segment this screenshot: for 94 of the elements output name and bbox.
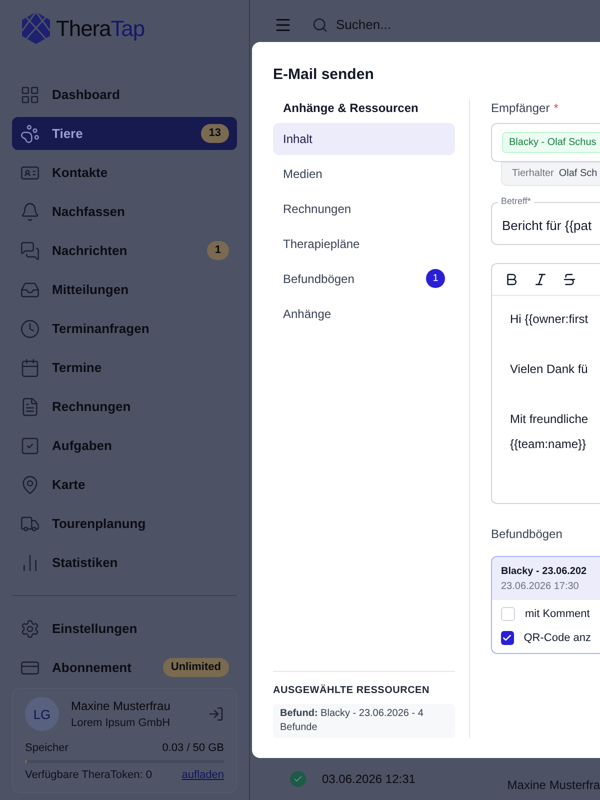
- logo-text: TheraTap: [56, 14, 145, 43]
- nav-item[interactable]: Termine: [12, 351, 237, 384]
- resource-tab[interactable]: Befundbögen 1: [273, 262, 455, 294]
- nav-label: Tourenplanung: [52, 514, 147, 533]
- text-editor[interactable]: Hi {{owner:first Vielen Dank fü Mit freundliche {{team:name}}: [491, 262, 600, 504]
- checkbox[interactable]: [501, 631, 514, 646]
- nav-item[interactable]: Dashboard: [12, 78, 237, 111]
- resource-tab[interactable]: Therapiepläne: [273, 228, 455, 260]
- nav-item[interactable]: Tourenplanung: [12, 507, 237, 540]
- recipients-field[interactable]: Blacky - Olaf Schus: [491, 122, 600, 162]
- inbox-icon: [20, 280, 40, 300]
- truck-icon: [20, 514, 40, 534]
- bold-icon[interactable]: [504, 272, 519, 286]
- token-text: Verfügbare TheraToken: 0: [25, 768, 152, 783]
- nav-label: Abonnement: [52, 658, 132, 677]
- nav-label: Statistiken: [52, 554, 119, 572]
- nav-item[interactable]: Statistiken: [12, 546, 237, 579]
- dialog-title: E-Mail senden: [273, 65, 375, 85]
- nav-label: Kontakte: [52, 164, 109, 182]
- grid-icon: [20, 84, 40, 104]
- bell-icon: [20, 202, 40, 222]
- checkbox[interactable]: [501, 606, 515, 621]
- count-badge: 1: [426, 269, 445, 288]
- checkbox-icon: [20, 436, 40, 456]
- resources-heading: Anhänge & Ressourcen: [282, 100, 420, 116]
- resource-tab[interactable]: Inhalt: [273, 122, 455, 154]
- recipients-label: Empfänger *: [491, 100, 560, 116]
- user-name: Maxine Musterfrau: [71, 698, 172, 715]
- nav-item[interactable]: Tiere 13: [12, 117, 237, 150]
- logo-icon: [20, 11, 52, 45]
- row-person: Maxine Musterfra: [507, 777, 600, 794]
- subject-value: Bericht für {{pat: [502, 217, 592, 235]
- nav-item[interactable]: Abonnement Unlimited: [12, 651, 237, 684]
- nav-label: Aufgaben: [52, 436, 113, 455]
- status-check-icon: [290, 771, 306, 787]
- strikethrough-icon[interactable]: [562, 272, 577, 286]
- selected-resource: Befund: Blacky - 23.06.2026 - 4 Befunde: [273, 704, 455, 738]
- chat-icon: [20, 240, 40, 260]
- selected-resources-heading: AUSGEWÄHLTE RESSOURCEN: [273, 684, 430, 698]
- count-badge: 13: [200, 124, 229, 143]
- count-badge: Unlimited: [162, 658, 229, 677]
- nav-label: Tiere: [52, 124, 84, 143]
- topup-link[interactable]: aufladen: [182, 767, 224, 784]
- row-date: 03.06.2026 12:31: [322, 771, 416, 788]
- storage-label: Speicher: [25, 740, 68, 756]
- nav-item[interactable]: Rechnungen: [12, 390, 237, 423]
- nav-item[interactable]: Aufgaben: [12, 429, 237, 462]
- nav-item[interactable]: Kontakte: [12, 156, 237, 189]
- editor-line: Hi {{owner:first: [510, 310, 590, 328]
- forms-label: Befundbögen: [491, 526, 564, 542]
- document-icon: [20, 396, 40, 416]
- owner-value: Olaf Sch: [558, 167, 598, 181]
- paw-icon: [20, 124, 40, 144]
- editor-line: {{team:name}}: [510, 436, 588, 452]
- search-field[interactable]: Suchen...: [336, 15, 456, 35]
- nav-label: Nachfassen: [52, 202, 126, 221]
- count-badge: 1: [206, 241, 229, 260]
- resource-tab[interactable]: Anhänge: [273, 298, 455, 330]
- option-label: QR-Code anz: [524, 631, 591, 646]
- option-label: mit Komment: [525, 606, 590, 622]
- search-icon: [312, 17, 328, 33]
- nav-item[interactable]: Nachrichten 1: [12, 234, 237, 267]
- settings-icon: [20, 618, 40, 638]
- avatar: LG: [25, 697, 59, 732]
- company-name: Lorem Ipsum GmbH: [71, 716, 172, 731]
- calendar-icon: [20, 358, 40, 378]
- storage-value: 0.03 / 50 GB: [162, 740, 224, 756]
- nav-label: Einstellungen: [52, 620, 138, 638]
- recipient-chip[interactable]: Blacky - Olaf Schus: [502, 132, 600, 152]
- italic-icon[interactable]: [533, 272, 548, 286]
- nav-label: Terminanfragen: [52, 320, 150, 338]
- form-title: Blacky - 23.06.202: [501, 564, 588, 578]
- nav-label: Mitteilungen: [52, 280, 130, 299]
- nav-item[interactable]: Nachfassen: [12, 195, 237, 228]
- map-pin-icon: [20, 474, 40, 494]
- resource-tab[interactable]: Rechnungen: [273, 192, 455, 224]
- owner-label: Tierhalter: [512, 167, 554, 181]
- nav-item[interactable]: Terminanfragen: [12, 312, 237, 345]
- nav-item[interactable]: Einstellungen: [12, 612, 237, 645]
- form-date: 23.06.2026 17:30: [501, 580, 580, 594]
- nav-label: Nachrichten: [52, 242, 128, 260]
- nav-label: Karte: [52, 476, 86, 494]
- resource-tab[interactable]: Medien: [273, 158, 455, 190]
- clock-icon: [20, 318, 40, 338]
- nav-label: Dashboard: [52, 86, 121, 104]
- editor-line: Vielen Dank fü: [510, 360, 589, 378]
- editor-line: Mit freundliche: [510, 410, 590, 428]
- nav-label: Rechnungen: [52, 398, 132, 416]
- nav-item[interactable]: Mitteilungen: [12, 273, 237, 306]
- required-mark: *: [554, 100, 558, 114]
- check-icon: [502, 633, 512, 644]
- nav-item[interactable]: Karte: [12, 468, 237, 501]
- nav-label: Termine: [52, 358, 103, 377]
- menu-icon[interactable]: [274, 16, 292, 34]
